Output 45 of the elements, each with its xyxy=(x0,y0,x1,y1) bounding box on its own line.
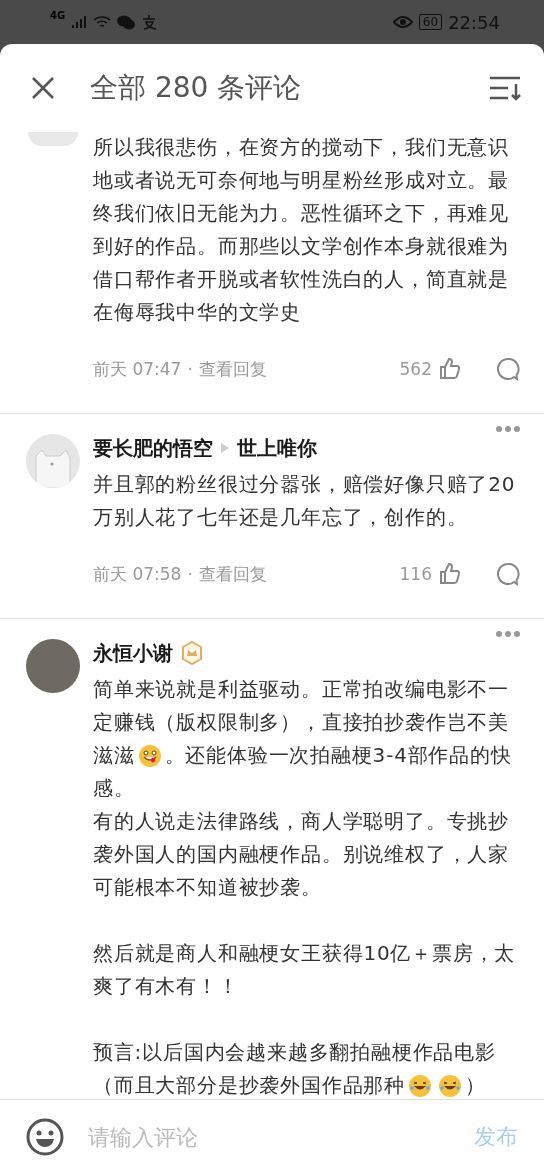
comment-text: ） xyxy=(465,1072,486,1099)
clock-time: 22:54 xyxy=(448,11,500,33)
comment-text: 定赚钱（版权限制多），直接拍抄袭作岂不美 xyxy=(93,709,509,736)
comment-time: 前天 07:58 xyxy=(93,562,182,586)
laughing-face-icon xyxy=(438,1073,462,1098)
wifi-icon xyxy=(93,15,112,29)
user-name[interactable]: 永恒小谢 xyxy=(93,639,173,667)
comment-text: （而且大部分是抄袭外国作品那种 xyxy=(93,1072,405,1099)
payment-icon xyxy=(141,14,158,30)
triangle-icon xyxy=(221,443,229,453)
grinning-face-icon xyxy=(137,743,162,768)
user-name[interactable]: 世上唯你 xyxy=(237,434,317,462)
comment-text: 。还能体验一次拍融梗3-4部作品的快 xyxy=(164,742,512,769)
battery-level: 60 xyxy=(418,14,443,30)
comment-input[interactable]: 请输入评论 xyxy=(86,1123,474,1151)
thumbs-up-icon[interactable] xyxy=(438,562,462,586)
emoji-icon[interactable] xyxy=(26,1118,64,1156)
comment-text: 所以我很悲伤，在资方的搅动下，我们无意识地或者说无可奈何地与明星粉丝形成对立。最终我们依旧无能为力。恶性循环之下，再难见到好的作品。而那些以文学创作本身就很难为借口帮作者开脱或者软性洗白的人，简直就是在侮辱我中华的文学史 xyxy=(93,134,510,326)
separator-dot: · xyxy=(187,564,193,584)
eye-icon xyxy=(392,15,413,29)
signal-icon xyxy=(71,15,88,29)
comment-text: 然后就是商人和融梗女王获得10亿＋票房，太爽了有木有！！ xyxy=(93,940,517,1000)
network-type: 4G xyxy=(50,10,66,21)
comment-icon[interactable] xyxy=(496,357,520,381)
thumbs-up-icon[interactable] xyxy=(438,357,462,381)
comment-time: 前天 07:47 xyxy=(93,357,182,381)
comment-icon[interactable] xyxy=(496,562,520,586)
close-button[interactable] xyxy=(30,75,56,101)
comment-text: 并且郭的粉丝很过分嚣张，赔偿好像只赔了20万别人花了七年还是几年忘了，创作的。 xyxy=(93,471,517,531)
comment-text: 有的人说走法律路线，商人学聪明了。专挑抄袭外国人的国内融梗作品。别说维权了，人家可能根本不知道被抄袭。 xyxy=(93,808,510,901)
user-name[interactable]: 要长肥的悟空 xyxy=(93,434,213,462)
photo-placeholder[interactable] xyxy=(26,639,80,693)
sort-button[interactable] xyxy=(488,74,522,102)
sheet-title: 全部 280 条评论 xyxy=(90,70,303,106)
chat-icon xyxy=(117,14,136,30)
comment-text: 滋滋 xyxy=(93,742,135,769)
separator-dot: · xyxy=(187,359,193,379)
comment-text: 简单来说就是利益驱动。正常拍改编电影不一 xyxy=(93,676,509,703)
more-icon[interactable] xyxy=(496,426,520,432)
comment-text: 预言:以后国内会越来越多翻拍融梗作品电影 xyxy=(93,1039,496,1066)
like-count: 116 xyxy=(399,564,432,584)
comment-text: 感。 xyxy=(93,775,135,802)
like-count: 562 xyxy=(399,359,432,379)
laughing-face-icon xyxy=(408,1073,432,1098)
more-icon[interactable] xyxy=(496,631,520,637)
